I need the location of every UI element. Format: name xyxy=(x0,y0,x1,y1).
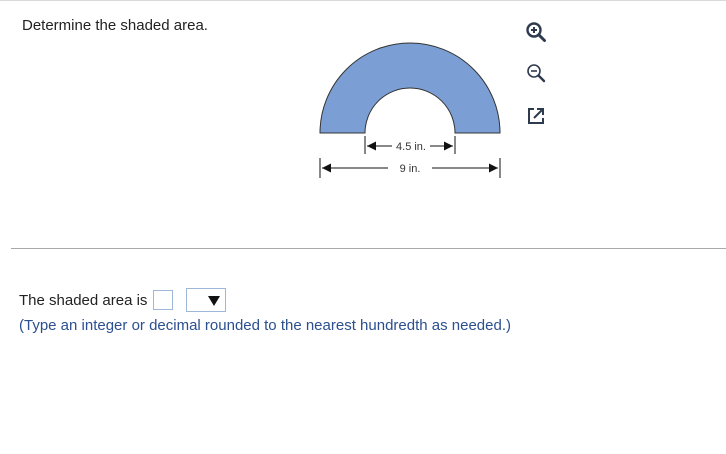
question-prompt: Determine the shaded area. xyxy=(22,17,208,34)
area-answer-input[interactable] xyxy=(153,290,174,310)
outer-diameter-label: 9 in. xyxy=(400,163,421,175)
section-divider xyxy=(11,248,726,249)
unit-dropdown[interactable] xyxy=(186,288,227,312)
answer-prefix: The shaded area is xyxy=(19,291,148,309)
zoom-in-icon xyxy=(526,22,546,42)
half-annulus-figure: 4.5 in. 9 in. xyxy=(300,40,520,190)
answer-hint: (Type an integer or decimal rounded to t… xyxy=(19,317,511,334)
inner-diameter-label: 4.5 in. xyxy=(396,141,426,153)
zoom-out-button[interactable] xyxy=(525,62,547,84)
zoom-in-button[interactable] xyxy=(525,21,547,43)
zoom-out-icon xyxy=(527,64,546,83)
popout-button[interactable] xyxy=(525,105,547,127)
popout-icon xyxy=(528,108,544,124)
answer-line: The shaded area is xyxy=(19,288,227,312)
shaded-region xyxy=(319,42,501,134)
top-rule xyxy=(0,0,726,1)
dropdown-arrow-icon xyxy=(208,296,221,306)
